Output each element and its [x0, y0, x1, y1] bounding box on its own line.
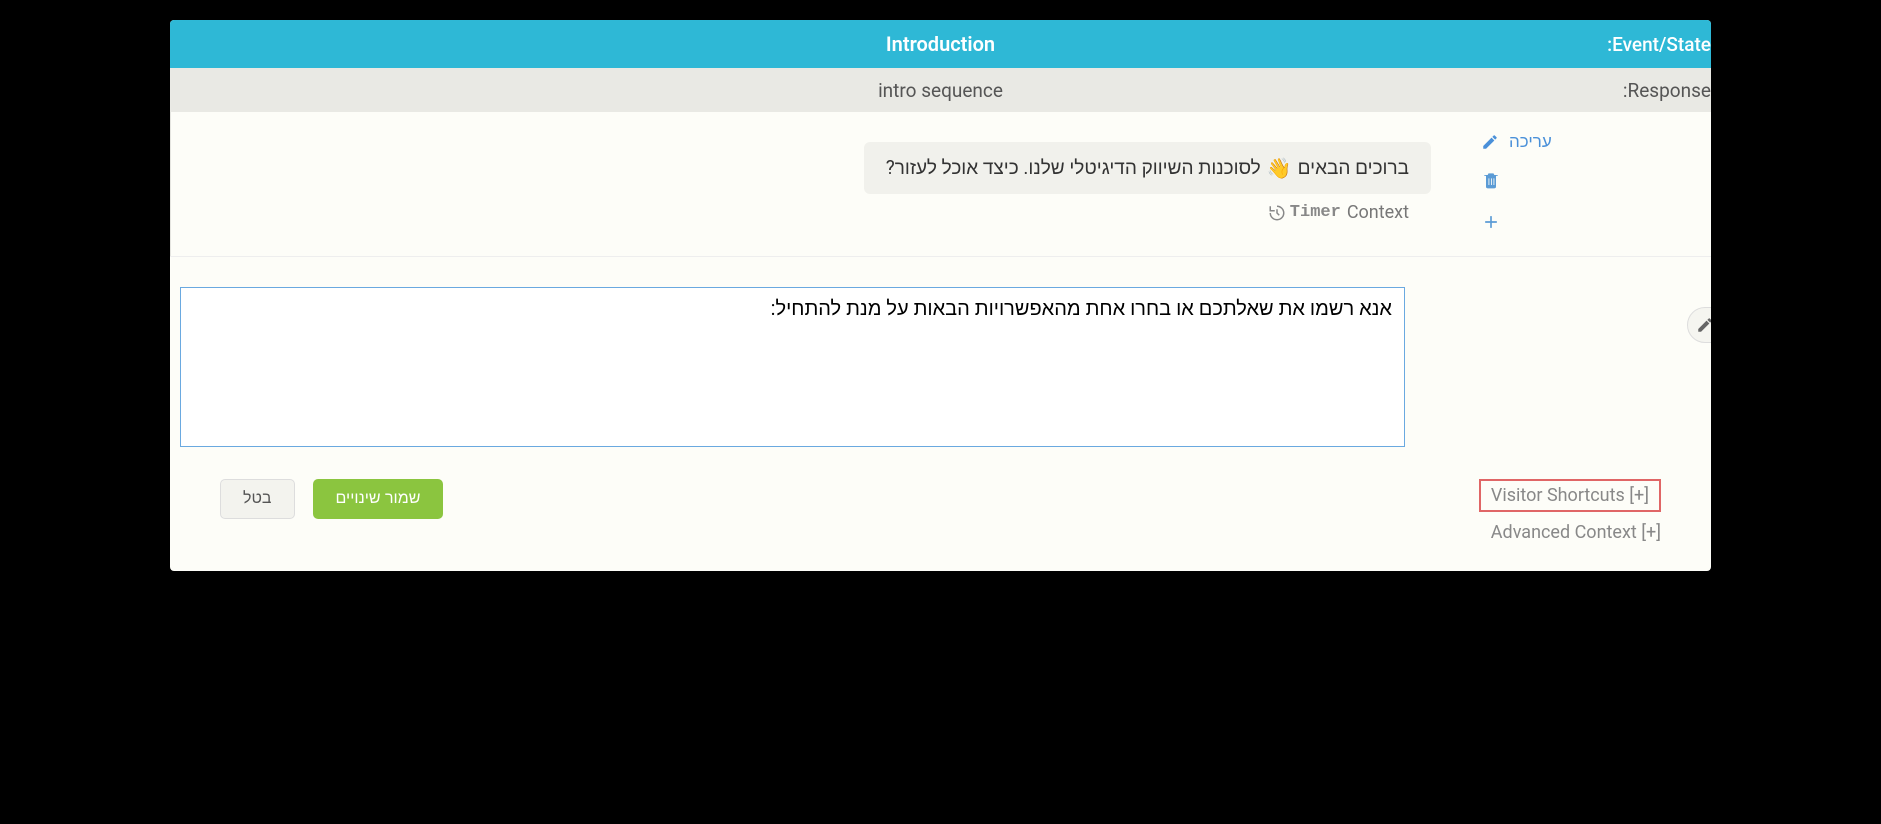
subheader-bar: intro sequence :Response — [170, 68, 1711, 112]
footer-right: Visitor Shortcuts [+] Advanced Context [… — [1479, 479, 1661, 543]
timer-label: Timer — [1290, 203, 1341, 222]
edit-fab[interactable] — [1687, 307, 1711, 343]
cancel-button[interactable]: בטל — [220, 479, 295, 519]
actions-sidebar: עריכה — [1451, 112, 1711, 256]
save-button[interactable]: שמור שינויים — [313, 479, 444, 519]
plus-icon — [1481, 212, 1501, 232]
message-text-after: לסוכנות השיווק הדיגיטלי שלנו. כיצד אוכל … — [886, 156, 1261, 180]
delete-action[interactable] — [1481, 170, 1501, 194]
timer-badge[interactable]: Timer — [1268, 203, 1341, 222]
message-area: ברוכים הבאים 👋 לסוכנות השיווק הדיגיטלי ש… — [170, 112, 1451, 256]
trash-icon — [1481, 170, 1501, 190]
header-title: Introduction — [886, 32, 995, 56]
content-row: ברוכים הבאים 👋 לסוכנות השיווק הדיגיטלי ש… — [170, 112, 1711, 257]
visitor-shortcuts-link[interactable]: Visitor Shortcuts [+] — [1479, 479, 1661, 512]
advanced-context-link[interactable]: Advanced Context [+] — [1479, 522, 1661, 543]
header-event-state-label: :Event/State — [1607, 33, 1711, 56]
timer-icon — [1268, 204, 1286, 222]
message-text-before: ברוכים הבאים — [1298, 156, 1409, 180]
pencil-icon — [1481, 133, 1499, 151]
add-action[interactable] — [1481, 212, 1501, 236]
header-bar: Introduction :Event/State — [170, 20, 1711, 68]
dialog-panel: Introduction :Event/State intro sequence… — [170, 20, 1711, 571]
editor-section — [170, 257, 1711, 461]
context-row: Timer Context — [191, 194, 1431, 237]
pencil-icon — [1696, 316, 1711, 334]
edit-label: עריכה — [1509, 132, 1552, 152]
message-bubble: ברוכים הבאים 👋 לסוכנות השיווק הדיגיטלי ש… — [864, 142, 1431, 194]
footer-left: בטל שמור שינויים — [220, 479, 443, 519]
context-label[interactable]: Context — [1347, 202, 1409, 223]
subheader-response-label: :Response — [1623, 79, 1711, 102]
subheader-title: intro sequence — [878, 79, 1003, 102]
edit-action[interactable]: עריכה — [1481, 132, 1552, 152]
wave-emoji: 👋 — [1267, 156, 1292, 180]
response-textarea[interactable] — [180, 287, 1405, 447]
footer-row: בטל שמור שינויים Visitor Shortcuts [+] A… — [170, 461, 1711, 571]
